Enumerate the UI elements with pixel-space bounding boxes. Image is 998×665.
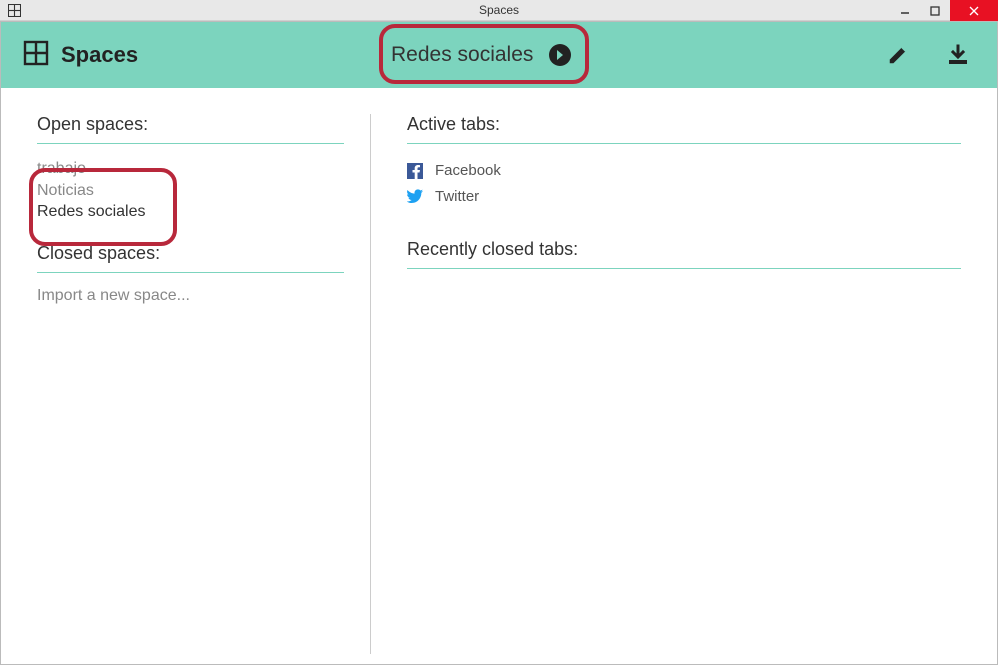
current-space-name: Redes sociales <box>391 43 533 67</box>
open-spaces-list: trabajo Noticias Redes sociales <box>37 158 344 223</box>
window-controls <box>890 0 998 21</box>
tab-item[interactable]: Facebook <box>407 158 961 184</box>
minimize-button[interactable] <box>890 0 920 21</box>
twitter-icon <box>407 188 423 204</box>
grid-icon <box>23 40 49 71</box>
window-body: Spaces Redes sociales <box>0 21 998 665</box>
closed-spaces-heading: Closed spaces: <box>37 243 344 264</box>
app-header: Spaces Redes sociales <box>1 22 997 88</box>
header-actions <box>885 42 971 68</box>
maximize-button[interactable] <box>920 0 950 21</box>
edit-button[interactable] <box>885 42 911 68</box>
divider <box>407 143 961 144</box>
active-tabs-list: Facebook Twitter <box>407 158 961 209</box>
content: Open spaces: trabajo Noticias Redes soci… <box>1 88 997 664</box>
header-left: Spaces <box>23 40 138 71</box>
main-panel: Active tabs: Facebook Twitter Re <box>371 114 987 654</box>
header-current-space[interactable]: Redes sociales <box>391 42 573 68</box>
space-item[interactable]: trabajo <box>37 158 344 180</box>
facebook-icon <box>407 163 423 179</box>
recently-closed-heading: Recently closed tabs: <box>407 239 961 260</box>
divider <box>37 143 344 144</box>
active-tabs-heading: Active tabs: <box>407 114 961 135</box>
space-item-active[interactable]: Redes sociales <box>37 201 344 223</box>
app-title: Spaces <box>61 42 138 68</box>
window-titlebar: Spaces <box>0 0 998 21</box>
tab-item[interactable]: Twitter <box>407 184 961 210</box>
tab-label: Facebook <box>435 158 501 184</box>
window-title: Spaces <box>479 3 519 17</box>
close-button[interactable] <box>950 0 998 21</box>
tab-label: Twitter <box>435 184 479 210</box>
import-space-link[interactable]: Import a new space... <box>37 287 344 305</box>
download-button[interactable] <box>945 42 971 68</box>
space-item[interactable]: Noticias <box>37 180 344 202</box>
divider <box>37 272 344 273</box>
arrow-right-circle-icon[interactable] <box>547 42 573 68</box>
app-icon <box>6 2 22 18</box>
sidebar: Open spaces: trabajo Noticias Redes soci… <box>11 114 371 654</box>
open-spaces-heading: Open spaces: <box>37 114 344 135</box>
divider <box>407 268 961 269</box>
